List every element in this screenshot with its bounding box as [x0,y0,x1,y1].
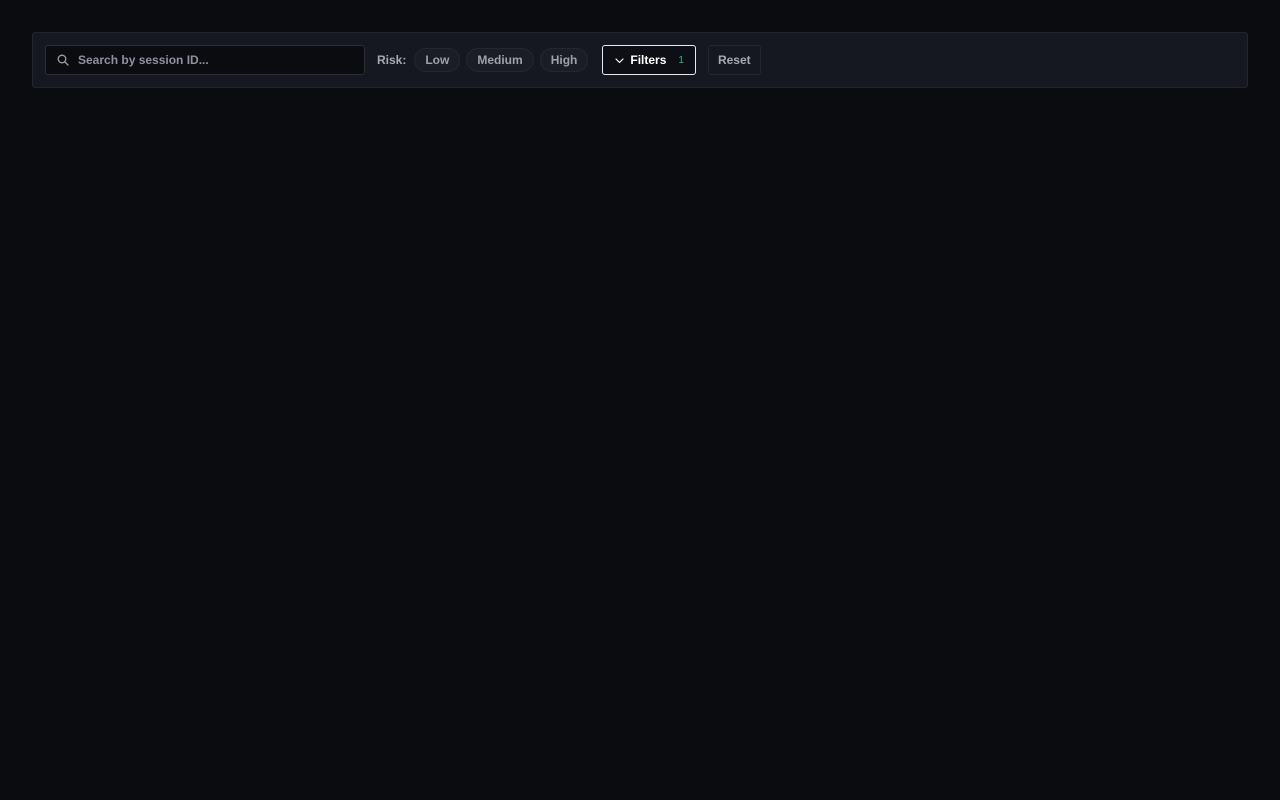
risk-chip-low[interactable]: Low [414,48,461,72]
search-input[interactable] [78,53,354,67]
reset-button[interactable]: Reset [707,45,761,75]
filter-bar: Risk: Low Medium High Filters 1 Reset [32,32,1248,88]
filters-label: Filters [630,53,667,67]
risk-label: Risk: [377,53,407,67]
search-icon [56,53,70,67]
risk-chip-medium[interactable]: Medium [466,48,534,72]
risk-chip-high[interactable]: High [539,48,589,72]
search-box[interactable] [45,45,365,75]
filters-count-badge: 1 [678,54,684,66]
page: Risk: Low Medium High Filters 1 Reset [0,0,1280,800]
filters-button[interactable]: Filters 1 [602,45,696,75]
chevron-down-icon [614,55,624,65]
